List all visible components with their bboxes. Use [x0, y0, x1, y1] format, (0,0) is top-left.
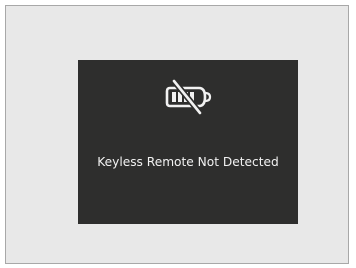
warning-message: Keyless Remote Not Detected [97, 155, 279, 169]
illustration-frame: Keyless Remote Not Detected [5, 5, 349, 264]
keyless-remote-not-detected-icon [162, 77, 214, 117]
key-fob-slash-icon [165, 78, 212, 116]
instrument-display: Keyless Remote Not Detected [78, 60, 298, 224]
